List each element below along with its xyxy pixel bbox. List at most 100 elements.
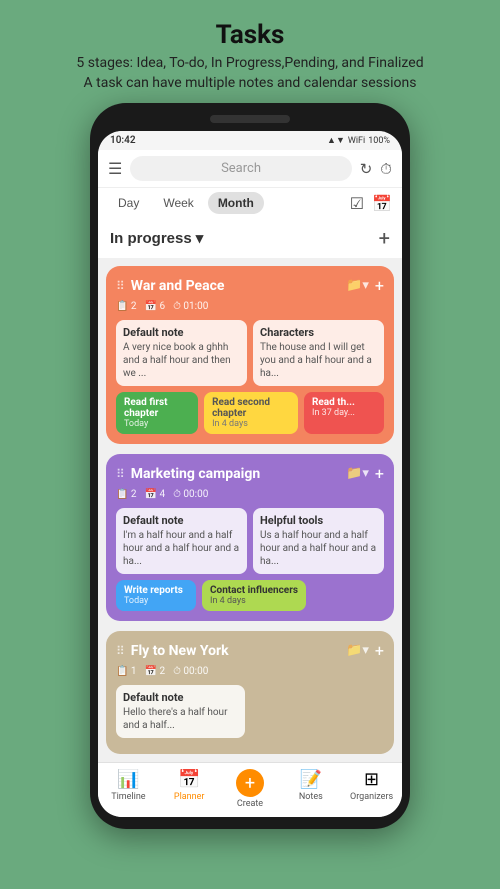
- section-add-button[interactable]: +: [379, 226, 390, 250]
- organizers-icon: ⊞: [364, 769, 379, 790]
- tab-month[interactable]: Month: [208, 192, 264, 214]
- notes-count: 📋 2: [116, 301, 137, 312]
- notes-icon: 📝: [300, 769, 322, 790]
- note-title: Characters: [260, 326, 377, 339]
- nav-planner[interactable]: 📅 Planner: [159, 769, 220, 809]
- task-card-war-and-peace[interactable]: ⠿ War and Peace 📁▾ + 📋 2 📅 6 ⏱ 01:00 De: [106, 266, 394, 444]
- time-count: ⏱ 01:00: [173, 301, 208, 312]
- menu-icon[interactable]: ☰: [108, 159, 122, 178]
- nav-timeline[interactable]: 📊 Timeline: [98, 769, 159, 809]
- note-card-default[interactable]: Default note A very nice book a ghhh and…: [116, 320, 247, 386]
- sessions-count: 📅 4: [145, 489, 166, 500]
- task-card-left: ⠿ Marketing campaign: [116, 466, 260, 482]
- nav-notes[interactable]: 📝 Notes: [280, 769, 341, 809]
- refresh-icon[interactable]: ↻: [360, 160, 373, 178]
- add-to-task-icon[interactable]: +: [375, 276, 384, 295]
- calendar-icon[interactable]: 📅: [372, 194, 392, 213]
- note-title: Default note: [123, 326, 240, 339]
- drag-handle-icon: ⠿: [116, 644, 125, 658]
- chevron-down-icon: ▾: [196, 229, 204, 247]
- sessions-count: 📅 2: [145, 666, 166, 677]
- subtask-date: In 4 days: [210, 596, 298, 606]
- task-card-right: 📁▾ +: [346, 641, 384, 660]
- subtask-label: Read first chapter: [124, 397, 190, 419]
- note-text: I'm a half hour and a half hour and a ha…: [123, 529, 240, 568]
- time-count: ⏱ 00:00: [173, 489, 208, 500]
- subtask-write-reports[interactable]: Write reports Today: [116, 580, 196, 611]
- phone-screen: 10:42 ▲▼ WiFi 100% ☰ Search ↻ ⏱ Day Week…: [98, 131, 402, 817]
- tab-row: Day Week Month ☑ 📅: [98, 188, 402, 220]
- task-card-header: ⠿ Marketing campaign 📁▾ +: [116, 464, 384, 483]
- tab-week[interactable]: Week: [153, 192, 203, 214]
- task-meta: 📋 2 📅 6 ⏱ 01:00: [116, 301, 384, 312]
- notes-count: 📋 1: [116, 666, 137, 677]
- task-card-header: ⠿ War and Peace 📁▾ +: [116, 276, 384, 295]
- search-placeholder: Search: [221, 161, 261, 176]
- nav-label: Planner: [174, 792, 205, 802]
- subtask-date: Today: [124, 596, 188, 606]
- task-meta: 📋 1 📅 2 ⏱ 00:00: [116, 666, 384, 677]
- note-text: A very nice book a ghhh and a half hour …: [123, 341, 240, 380]
- subtask-label: Read th...: [312, 397, 376, 408]
- add-to-task-icon[interactable]: +: [375, 464, 384, 483]
- note-title: Helpful tools: [260, 514, 377, 527]
- briefcase-icon: 📁▾: [346, 466, 369, 481]
- page-title: Tasks: [76, 20, 423, 50]
- wifi-icon: WiFi: [348, 136, 365, 146]
- app-bar: ☰ Search ↻ ⏱: [98, 150, 402, 188]
- bottom-nav: 📊 Timeline 📅 Planner + Create 📝 Notes ⊞ …: [98, 762, 402, 817]
- notes-row: Default note I'm a half hour and a half …: [116, 508, 384, 574]
- note-title: Default note: [123, 514, 240, 527]
- note-card-characters[interactable]: Characters The house and I will get you …: [253, 320, 384, 386]
- task-card-marketing[interactable]: ⠿ Marketing campaign 📁▾ + 📋 2 📅 4 ⏱ 00:0…: [106, 454, 394, 621]
- note-title: Default note: [123, 691, 238, 704]
- tab-day[interactable]: Day: [108, 192, 149, 214]
- note-card-default[interactable]: Default note I'm a half hour and a half …: [116, 508, 247, 574]
- section-header: In progress ▾ +: [98, 220, 402, 258]
- nav-label: Organizers: [350, 792, 393, 802]
- nav-create[interactable]: + Create: [220, 769, 281, 809]
- task-card-right: 📁▾ +: [346, 464, 384, 483]
- checklist-icon[interactable]: ☑: [350, 194, 364, 213]
- page-header: Tasks 5 stages: Idea, To-do, In Progress…: [60, 0, 439, 103]
- note-card-default[interactable]: Default note Hello there's a half hour a…: [116, 685, 245, 738]
- briefcase-icon: 📁▾: [346, 643, 369, 658]
- timeline-icon: 📊: [117, 769, 139, 790]
- battery-level: 100%: [368, 136, 390, 146]
- task-card-header: ⠿ Fly to New York 📁▾ +: [116, 641, 384, 660]
- nav-organizers[interactable]: ⊞ Organizers: [341, 769, 402, 809]
- subtask-read-second[interactable]: Read second chapter In 4 days: [204, 392, 298, 434]
- notes-row: Default note A very nice book a ghhh and…: [116, 320, 384, 386]
- subtask-read-third[interactable]: Read th... In 37 day...: [304, 392, 384, 434]
- search-box[interactable]: Search: [130, 156, 351, 181]
- subtask-date: In 4 days: [212, 419, 290, 429]
- task-meta: 📋 2 📅 4 ⏱ 00:00: [116, 489, 384, 500]
- drag-handle-icon: ⠿: [116, 279, 125, 293]
- content-area: ⠿ War and Peace 📁▾ + 📋 2 📅 6 ⏱ 01:00 De: [98, 258, 402, 762]
- note-card-helpful-tools[interactable]: Helpful tools Us a half hour and a half …: [253, 508, 384, 574]
- status-right: ▲▼ WiFi 100%: [327, 135, 390, 146]
- status-time: 10:42: [110, 135, 136, 146]
- timer-icon[interactable]: ⏱: [380, 160, 392, 178]
- task-card-fly-to-new-york[interactable]: ⠿ Fly to New York 📁▾ + 📋 1 📅 2 ⏱ 00:00: [106, 631, 394, 754]
- subtask-contact-influencers[interactable]: Contact influencers In 4 days: [202, 580, 306, 611]
- add-to-task-icon[interactable]: +: [375, 641, 384, 660]
- task-title: Marketing campaign: [131, 466, 260, 482]
- subtask-read-first[interactable]: Read first chapter Today: [116, 392, 198, 434]
- note-text: The house and I will get you and a half …: [260, 341, 377, 380]
- section-filter-button[interactable]: In progress ▾: [110, 229, 203, 247]
- task-card-left: ⠿ War and Peace: [116, 278, 224, 294]
- signal-icon: ▲▼: [327, 135, 345, 146]
- subtask-date: Today: [124, 419, 190, 429]
- tab-icons: ☑ 📅: [350, 194, 392, 213]
- create-button[interactable]: +: [236, 769, 264, 797]
- subtask-label: Write reports: [124, 585, 188, 596]
- task-card-right: 📁▾ +: [346, 276, 384, 295]
- status-bar: 10:42 ▲▼ WiFi 100%: [98, 131, 402, 150]
- task-title: Fly to New York: [131, 643, 229, 659]
- phone-notch: [210, 115, 290, 123]
- page-subtitle: 5 stages: Idea, To-do, In Progress,Pendi…: [76, 54, 423, 93]
- briefcase-icon: 📁▾: [346, 278, 369, 293]
- subtasks-row: Write reports Today Contact influencers …: [116, 580, 384, 611]
- subtask-label: Contact influencers: [210, 585, 298, 596]
